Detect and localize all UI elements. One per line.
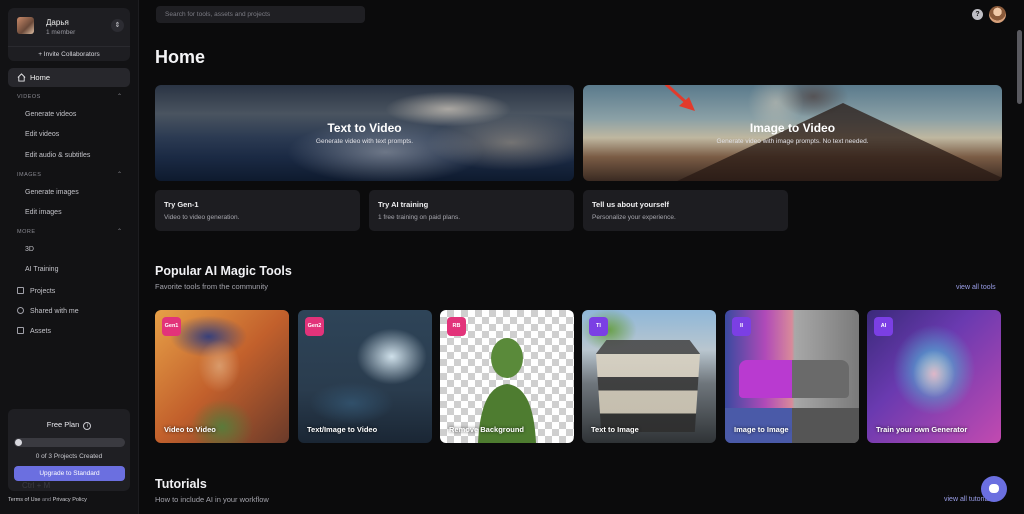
shortcut-hint: Ctrl + M	[22, 481, 51, 490]
tool-badge: AI	[874, 317, 893, 336]
tool-label: Video to Video	[164, 425, 216, 434]
progress-knob	[15, 439, 22, 446]
chevron-updown-icon[interactable]: ⇕	[111, 19, 124, 32]
car-image	[739, 360, 849, 398]
privacy-link[interactable]: Privacy Policy	[53, 497, 87, 503]
tool-image-to-image[interactable]: II Image to Image	[725, 310, 859, 443]
card-try-ai-training[interactable]: Try AI training 1 free training on paid …	[369, 190, 574, 231]
sidebar: Дарья 1 member ⇕ + Invite Collaborators …	[0, 0, 139, 514]
tool-badge: Gen2	[305, 317, 324, 336]
shared-icon	[17, 307, 24, 314]
terms-link[interactable]: Terms of Use	[8, 497, 40, 503]
hero-text-to-video[interactable]: Text to Video Generate video with text p…	[155, 85, 574, 181]
info-icon[interactable]: i	[83, 422, 92, 430]
sidebar-item-generate-images[interactable]: Generate images	[25, 189, 79, 196]
page-title: Home	[155, 47, 206, 67]
projects-count: 0 of 3 Projects Created	[35, 453, 103, 460]
section-header-images: IMAGES	[17, 172, 42, 178]
upgrade-button[interactable]: Upgrade to Standard	[14, 466, 125, 481]
house-image	[596, 340, 700, 432]
tool-label: Text/Image to Video	[307, 425, 378, 434]
footer-links: Terms of Use and Privacy Policy	[8, 497, 87, 503]
hero-subtitle: Generate video with image prompts. No te…	[716, 138, 869, 145]
chevron-up-icon[interactable]: ⌃	[117, 171, 122, 178]
tool-label: Remove Background	[449, 425, 525, 434]
section-subtitle-tools: Favorite tools from the community	[155, 282, 268, 291]
hero-subtitle: Generate video with text prompts.	[315, 138, 414, 145]
hero-title: Text to Video	[327, 121, 402, 135]
folder-icon	[17, 327, 24, 334]
card-title: Tell us about yourself	[592, 200, 669, 209]
chat-icon[interactable]	[981, 476, 1007, 502]
tool-text-image-to-video[interactable]: Gen2 Text/Image to Video	[298, 310, 432, 443]
sidebar-item-projects[interactable]: Projects	[17, 287, 55, 295]
sidebar-item-3d[interactable]: 3D	[25, 246, 34, 253]
tool-label: Text to Image	[591, 425, 639, 434]
workspace-name: Дарья	[46, 18, 69, 27]
sidebar-item-edit-images[interactable]: Edit images	[25, 209, 62, 216]
plan-panel: Free Plan i 0 of 3 Projects Created Upgra…	[8, 409, 130, 491]
search-input[interactable]: Search for tools, assets and projects	[156, 6, 365, 23]
invite-collaborators-button[interactable]: + Invite Collaborators	[8, 46, 130, 58]
tool-label: Train your own Generator	[876, 425, 968, 434]
card-subtitle: Personalize your experience.	[592, 214, 676, 221]
card-title: Try Gen-1	[164, 200, 199, 209]
section-title-tools: Popular AI Magic Tools	[155, 264, 292, 278]
hero-image-to-video[interactable]: Image to Video Generate video with image…	[583, 85, 1002, 181]
section-title-tutorials: Tutorials	[155, 477, 207, 491]
avatar[interactable]	[989, 6, 1006, 23]
footer-and: and	[41, 497, 52, 503]
tool-text-to-image[interactable]: TI Text to Image	[582, 310, 716, 443]
sidebar-item-ai-training[interactable]: AI Training	[25, 266, 58, 273]
workspace-avatar	[17, 17, 34, 34]
card-tell-us[interactable]: Tell us about yourself Personalize your …	[583, 190, 788, 231]
hero-title: Image to Video	[749, 121, 836, 135]
card-try-gen1[interactable]: Try Gen-1 Video to video generation.	[155, 190, 360, 231]
help-icon[interactable]: ?	[972, 9, 983, 20]
tool-video-to-video[interactable]: Gen1 Video to Video	[155, 310, 289, 443]
sidebar-item-assets[interactable]: Assets	[17, 327, 51, 335]
view-all-tools-link[interactable]: view all tools	[956, 284, 996, 291]
tool-label: Image to Image	[734, 425, 789, 434]
section-header-videos: VIDEOS	[17, 94, 41, 100]
tool-badge: II	[732, 317, 751, 336]
section-subtitle-tutorials: How to include AI in your workflow	[155, 495, 269, 504]
sidebar-item-generate-videos[interactable]: Generate videos	[25, 111, 76, 118]
sidebar-item-label: Shared with me	[30, 308, 79, 315]
projects-icon	[17, 287, 24, 294]
card-subtitle: Video to video generation.	[164, 214, 240, 221]
tool-remove-background[interactable]: RB Remove Background	[440, 310, 574, 443]
home-icon	[17, 73, 26, 82]
tool-train-generator[interactable]: AI Train your own Generator	[867, 310, 1001, 443]
sidebar-item-label: Home	[30, 73, 51, 82]
plan-title: Free Plan i	[8, 420, 130, 430]
sidebar-item-edit-videos[interactable]: Edit videos	[25, 131, 59, 138]
sidebar-item-label: Assets	[30, 328, 52, 335]
sidebar-item-shared[interactable]: Shared with me	[17, 307, 79, 315]
chevron-up-icon[interactable]: ⌃	[117, 93, 122, 100]
section-header-more: MORE	[17, 229, 36, 235]
workspace-members: 1 member	[46, 29, 76, 36]
card-title: Try AI training	[378, 200, 429, 209]
sidebar-item-home[interactable]: Home	[8, 68, 130, 87]
tool-badge: TI	[589, 317, 608, 336]
tool-badge: Gen1	[162, 317, 181, 336]
sidebar-item-label: Projects	[30, 288, 56, 295]
scrollbar[interactable]	[1017, 30, 1022, 104]
projects-progress-bar	[14, 438, 125, 447]
card-subtitle: 1 free training on paid plans.	[378, 214, 461, 221]
plan-title-text: Free Plan	[46, 420, 80, 429]
sidebar-item-edit-audio[interactable]: Edit audio & subtitles	[25, 152, 90, 159]
tool-badge: RB	[447, 317, 466, 336]
chevron-up-icon[interactable]: ⌃	[117, 228, 122, 235]
workspace-switcher[interactable]: Дарья 1 member ⇕ + Invite Collaborators	[8, 8, 130, 61]
